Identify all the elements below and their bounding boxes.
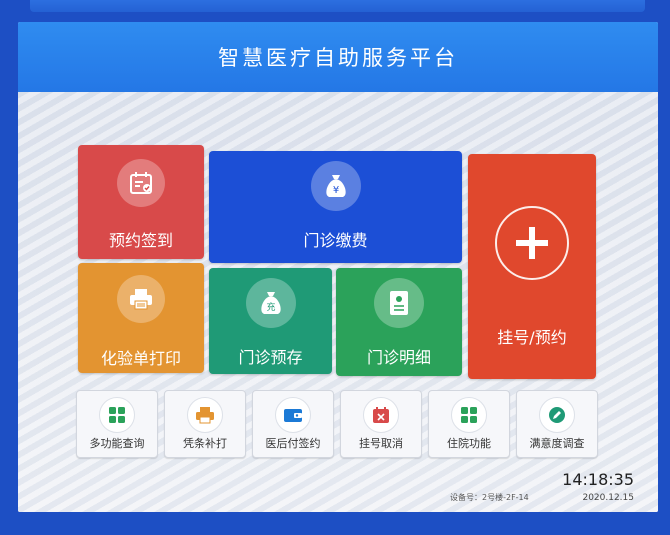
printer-icon (187, 397, 223, 433)
outpatient-payment-tile[interactable]: ¥ 门诊缴费 (209, 151, 462, 263)
printer-icon (117, 275, 165, 323)
appointment-checkin-tile[interactable]: 预约签到 (78, 145, 204, 259)
outpatient-deposit-label: 门诊预存 (238, 348, 303, 367)
outpatient-details-label: 门诊明细 (366, 348, 431, 367)
calendar-cancel-icon (363, 397, 399, 433)
grid-icon (451, 397, 487, 433)
multi-query-button[interactable]: 多功能查询 (76, 390, 158, 458)
plus-icon (495, 206, 569, 280)
deposit-bag-icon: 充 (245, 278, 296, 328)
satisfaction-survey-button[interactable]: 满意度调查 (516, 390, 598, 458)
bezel-top (30, 0, 645, 12)
grid-icon (99, 397, 135, 433)
receipt-reprint-label: 凭条补打 (183, 437, 227, 450)
wallet-icon (275, 397, 311, 433)
calendar-check-icon (117, 159, 165, 207)
clock-time: 14:18:35 (562, 470, 634, 489)
header-bar: 智慧医疗自助服务平台 (18, 22, 658, 92)
page-title: 智慧医疗自助服务平台 (218, 46, 458, 70)
registration-label: 挂号/预约 (497, 328, 567, 347)
secondary-functions: 多功能查询 凭条补打 医后付签约 挂号取消 住院功能 满意度调查 (76, 390, 598, 460)
device-id: 设备号：2号楼-2F-14 (450, 493, 529, 502)
outpatient-deposit-tile[interactable]: 充 门诊预存 (209, 268, 332, 374)
svg-text:¥: ¥ (332, 185, 338, 196)
pay-later-signup-label: 医后付签约 (265, 437, 321, 450)
clock: 14:18:35 2020.12.15 (562, 470, 634, 503)
kiosk-screen: 智慧医疗自助服务平台 预约签到 ¥ 门诊缴费 化验单打印 充 门诊预存 门诊明细… (18, 22, 658, 512)
pen-icon (539, 397, 575, 433)
receipt-reprint-button[interactable]: 凭条补打 (164, 390, 246, 458)
clock-date: 2020.12.15 (582, 493, 634, 503)
main-content: 预约签到 ¥ 门诊缴费 化验单打印 充 门诊预存 门诊明细 挂号/预约 多功能查… (18, 92, 658, 512)
inpatient-functions-label: 住院功能 (447, 437, 491, 450)
registration-tile[interactable]: 挂号/预约 (468, 154, 596, 379)
lab-report-print-tile[interactable]: 化验单打印 (78, 263, 204, 373)
multi-query-label: 多功能查询 (89, 437, 145, 450)
pay-later-signup-button[interactable]: 医后付签约 (252, 390, 334, 458)
cancel-registration-label: 挂号取消 (359, 437, 403, 450)
outpatient-details-tile[interactable]: 门诊明细 (336, 268, 462, 376)
outpatient-payment-label: 门诊缴费 (303, 231, 368, 250)
document-icon (374, 278, 424, 328)
money-bag-icon: ¥ (310, 161, 361, 211)
appointment-checkin-label: 预约签到 (108, 231, 173, 250)
deposit-icon-text: 充 (266, 301, 275, 313)
lab-report-print-label: 化验单打印 (100, 349, 181, 368)
cancel-registration-button[interactable]: 挂号取消 (340, 390, 422, 458)
satisfaction-survey-label: 满意度调查 (529, 437, 585, 450)
inpatient-functions-button[interactable]: 住院功能 (428, 390, 510, 458)
